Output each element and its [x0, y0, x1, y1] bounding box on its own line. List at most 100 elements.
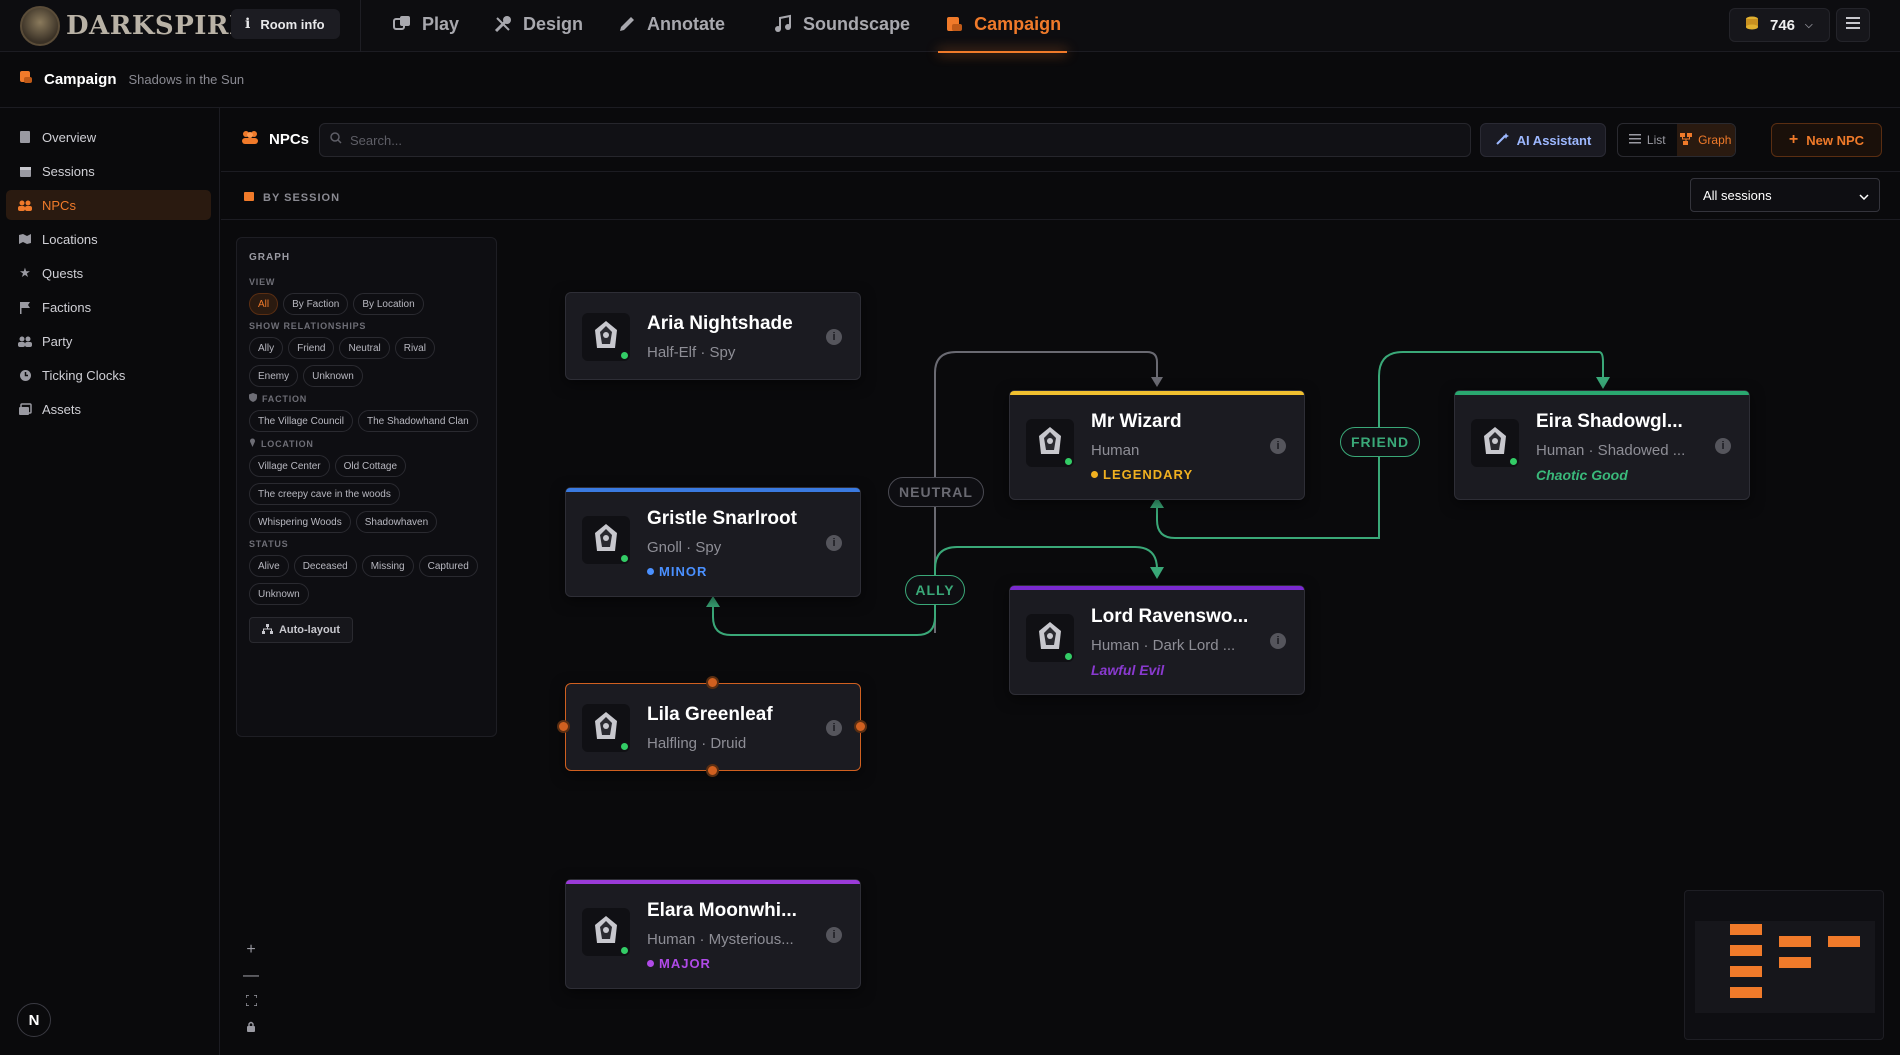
- info-icon[interactable]: i: [826, 720, 842, 736]
- view-chip-by-faction[interactable]: By Faction: [283, 293, 349, 315]
- location-chip[interactable]: Old Cottage: [334, 455, 407, 477]
- alignment-label: Chaotic Good: [1536, 467, 1628, 483]
- info-icon[interactable]: i: [1715, 438, 1731, 454]
- avatar: [582, 704, 630, 752]
- flag-icon: [18, 300, 32, 314]
- nav-campaign[interactable]: Campaign: [938, 0, 1068, 53]
- sidebar-item-label: Party: [42, 333, 73, 349]
- edge-label-friend[interactable]: FRIEND: [1340, 427, 1420, 457]
- list-view-button[interactable]: List: [1618, 124, 1677, 156]
- npc-node-mr-wizard[interactable]: Mr Wizard Human LEGENDARY i: [1009, 390, 1305, 500]
- nav-annotate[interactable]: Annotate: [617, 0, 725, 48]
- info-icon[interactable]: i: [826, 535, 842, 551]
- npc-node-eira[interactable]: Eira Shadowgl... Human · Shadowed ... Ch…: [1454, 390, 1750, 500]
- chevron-down-icon: ⌵: [1805, 19, 1813, 31]
- graph-canvas[interactable]: NEUTRAL ALLY FRIEND GRAPH VIEW All By Fa…: [221, 221, 1900, 1055]
- connection-handle-right[interactable]: [854, 720, 867, 733]
- nav-design[interactable]: Design: [493, 0, 583, 48]
- coin-balance[interactable]: 746 ⌵: [1729, 8, 1830, 42]
- status-chip[interactable]: Deceased: [293, 555, 357, 577]
- connection-handle-top[interactable]: [706, 676, 719, 689]
- location-chip[interactable]: Shadowhaven: [355, 511, 438, 533]
- connection-handle-left[interactable]: [557, 720, 570, 733]
- npc-meta: Half-Elf · Spy: [647, 344, 736, 361]
- user-avatar[interactable]: N: [17, 1003, 51, 1037]
- info-icon[interactable]: i: [826, 927, 842, 943]
- menu-button[interactable]: [1836, 8, 1870, 42]
- dice-icon: [392, 14, 412, 34]
- graph-view-button[interactable]: Graph: [1676, 124, 1735, 156]
- status-chip[interactable]: Captured: [418, 555, 478, 577]
- clock-icon: [18, 368, 32, 382]
- relationship-chip[interactable]: Ally: [249, 337, 284, 359]
- info-icon[interactable]: i: [826, 329, 842, 345]
- npc-node-elara[interactable]: Elara Moonwhi... Human · Mysterious... M…: [565, 879, 861, 989]
- app-logo[interactable]: DARKSPIRE: [20, 6, 249, 46]
- sidebar-item-label: Quests: [42, 265, 84, 281]
- connection-handle-bottom[interactable]: [706, 764, 719, 777]
- zoom-in-button[interactable]: +: [240, 939, 262, 961]
- faction-chip[interactable]: The Village Council: [249, 410, 353, 432]
- search-icon: [330, 131, 342, 149]
- status-chip[interactable]: Alive: [249, 555, 289, 577]
- divider: [360, 0, 361, 52]
- status-chip[interactable]: Unknown: [249, 583, 309, 605]
- status-chip[interactable]: Missing: [361, 555, 414, 577]
- sidebar-item-factions[interactable]: Factions: [6, 292, 211, 322]
- location-label-text: LOCATION: [261, 438, 314, 449]
- role-color-bar: [1010, 586, 1304, 590]
- importance-label: MAJOR: [659, 956, 711, 971]
- zoom-out-button[interactable]: —: [240, 965, 262, 987]
- nav-soundscape[interactable]: Soundscape: [773, 0, 910, 48]
- edge-label-ally[interactable]: ALLY: [905, 575, 965, 605]
- info-icon[interactable]: i: [1270, 633, 1286, 649]
- location-chip[interactable]: The creepy cave in the woods: [249, 483, 400, 505]
- relationship-chip[interactable]: Unknown: [303, 365, 363, 387]
- view-chip-by-location[interactable]: By Location: [353, 293, 424, 315]
- relationship-chip[interactable]: Enemy: [249, 365, 299, 387]
- location-chip[interactable]: Whispering Woods: [249, 511, 351, 533]
- auto-layout-button[interactable]: Auto-layout: [249, 617, 353, 643]
- status-chips: Alive Deceased Missing Captured Unknown: [249, 555, 484, 605]
- faction-chip[interactable]: The Shadowhand Clan: [357, 410, 478, 432]
- book-icon: [18, 130, 32, 144]
- sidebar-item-ticking-clocks[interactable]: Ticking Clocks: [6, 360, 211, 390]
- scroll-icon: [944, 14, 964, 34]
- session-select[interactable]: All sessions: [1690, 178, 1880, 212]
- fit-view-button[interactable]: [240, 991, 262, 1013]
- npc-node-lila[interactable]: Lila Greenleaf Halfling · Druid i: [565, 683, 861, 771]
- sidebar-item-label: NPCs: [42, 197, 76, 213]
- edge-label-neutral[interactable]: NEUTRAL: [888, 477, 984, 507]
- sidebar-item-sessions[interactable]: Sessions: [6, 156, 211, 186]
- new-npc-button[interactable]: + New NPC: [1771, 123, 1882, 157]
- minimap[interactable]: [1684, 890, 1884, 1040]
- hooded-figure-icon: [1036, 621, 1064, 656]
- location-chip[interactable]: Village Center: [249, 455, 330, 477]
- sidebar-item-label: Locations: [42, 231, 98, 247]
- lock-button[interactable]: [240, 1017, 262, 1039]
- sidebar-item-quests[interactable]: ★ Quests: [6, 258, 211, 288]
- sidebar-item-assets[interactable]: Assets: [6, 394, 211, 424]
- npc-node-lord-ravenswood[interactable]: Lord Ravenswo... Human · Dark Lord ... L…: [1009, 585, 1305, 695]
- view-chip-all[interactable]: All: [249, 293, 279, 315]
- avatar: [1471, 419, 1519, 467]
- view-toggle: List Graph: [1617, 123, 1736, 157]
- sidebar-item-locations[interactable]: Locations: [6, 224, 211, 254]
- search-input[interactable]: [350, 132, 1450, 148]
- npc-meta: Halfling · Druid: [647, 735, 747, 752]
- npc-name: Eira Shadowgl...: [1536, 411, 1683, 432]
- sidebar-item-party[interactable]: Party: [6, 326, 211, 356]
- npc-node-gristle[interactable]: Gristle Snarlroot Gnoll · Spy MINOR i: [565, 487, 861, 597]
- relationship-chip[interactable]: Neutral: [339, 337, 390, 359]
- search-box: [319, 123, 1471, 157]
- sidebar-item-overview[interactable]: Overview: [6, 122, 211, 152]
- info-icon[interactable]: i: [1270, 438, 1286, 454]
- npc-node-aria[interactable]: Aria Nightshade Half-Elf · Spy i: [565, 292, 861, 380]
- relationship-chip[interactable]: Friend: [288, 337, 335, 359]
- nav-play[interactable]: Play: [392, 0, 459, 48]
- sidebar-item-npcs[interactable]: NPCs: [6, 190, 211, 220]
- room-info-button[interactable]: i Room info: [231, 9, 340, 39]
- arrow-head: [1150, 567, 1164, 579]
- relationship-chip[interactable]: Rival: [394, 337, 435, 359]
- ai-assistant-button[interactable]: AI Assistant: [1480, 123, 1606, 157]
